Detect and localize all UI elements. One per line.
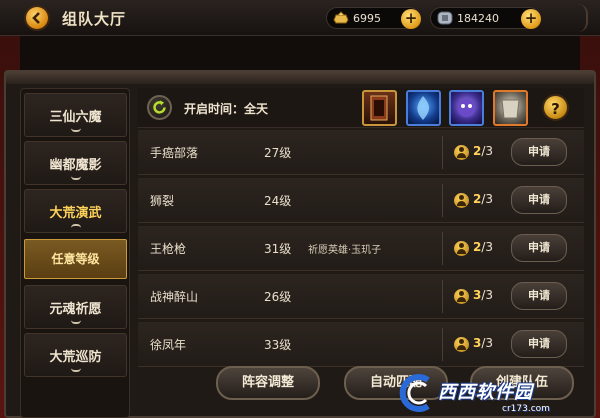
team-level: 27级	[264, 146, 292, 160]
team-leader-name: 狮裂	[150, 194, 175, 208]
member-count: 2/3	[473, 192, 493, 206]
header-ornament	[578, 4, 588, 32]
member-count: 2/3	[473, 240, 493, 254]
member-count: 3/3	[473, 288, 493, 302]
add-gold-button[interactable]: +	[401, 9, 421, 29]
gold-currency: 6995 +	[326, 7, 421, 29]
member-count-icon	[454, 193, 469, 208]
team-row: 徐凤年 33级 3/3 申请	[138, 322, 584, 367]
team-level: 31级	[264, 242, 292, 256]
page-title: 组队大厅	[62, 10, 127, 28]
watermark-logo-icon	[399, 374, 430, 412]
nav-item-dahuang-yanwu[interactable]: 大荒演武	[24, 189, 127, 233]
chevron-down-icon	[71, 320, 81, 324]
team-level: 26级	[264, 290, 292, 304]
team-row: 王枪枪 31级 祈愿英雄·玉玑子 2/3 申请	[138, 226, 584, 271]
gold-ingot-icon	[333, 11, 349, 24]
apply-button[interactable]: 申请	[511, 138, 567, 166]
demon-mask-icon[interactable]	[449, 90, 484, 126]
chevron-up-icon	[71, 224, 81, 228]
member-count-icon	[454, 241, 469, 256]
member-count-max: /3	[481, 144, 494, 158]
silver-value: 184240	[457, 12, 499, 25]
frame-top-bar	[6, 72, 594, 84]
nav-item-yuanhun[interactable]: 元魂祈愿	[24, 285, 127, 329]
nav-item-label: 幽都魔影	[49, 158, 102, 173]
lineup-adjust-button[interactable]: 阵容调整	[216, 366, 320, 400]
gold-value: 6995	[353, 12, 381, 25]
chevron-down-icon	[71, 176, 81, 180]
back-button[interactable]	[26, 7, 48, 29]
apply-button[interactable]: 申请	[511, 330, 567, 358]
member-count-max: /3	[481, 240, 494, 254]
scroll-book-icon[interactable]	[362, 90, 397, 126]
row-divider	[442, 280, 443, 313]
chevron-down-icon	[71, 128, 81, 132]
team-level: 33级	[264, 338, 292, 352]
scroll-book-art	[370, 95, 388, 121]
team-leader-name: 战神醉山	[150, 290, 199, 304]
watermark-text: 西西软件园	[438, 382, 533, 403]
armor-icon[interactable]	[493, 90, 528, 126]
nav-item-label: 元魂祈愿	[49, 302, 102, 317]
member-count: 2/3	[473, 144, 493, 158]
demon-mask-art	[457, 99, 476, 117]
silver-coin-icon	[437, 11, 453, 25]
back-arrow-icon	[32, 12, 40, 24]
team-leader-name: 手癌部落	[150, 146, 199, 160]
row-divider	[442, 136, 443, 169]
member-count-icon	[454, 337, 469, 352]
top-bar: 组队大厅 6995 + 184240 +	[0, 0, 600, 36]
member-count-icon	[454, 145, 469, 160]
row-divider	[442, 328, 443, 361]
open-time-text: 开启时间：全天	[184, 102, 269, 116]
refresh-icon	[153, 100, 166, 114]
nav-item-label: 大荒演武	[49, 206, 102, 221]
help-button[interactable]: ?	[542, 94, 569, 121]
nav-subitem-any-level[interactable]: 任意等级	[24, 239, 127, 279]
activity-info-row: 开启时间：全天 ?	[138, 88, 584, 128]
nav-item-sanxian[interactable]: 三仙六魔	[24, 93, 127, 137]
refresh-button[interactable]	[147, 95, 172, 120]
team-note: 祈愿英雄·玉玑子	[308, 245, 382, 256]
apply-button[interactable]: 申请	[511, 186, 567, 214]
site-watermark: 西西软件园 cr173.com	[398, 372, 598, 418]
chevron-down-icon	[71, 368, 81, 372]
nav-item-dahuang-xunfang[interactable]: 大荒巡防	[24, 333, 127, 377]
member-count-icon	[454, 289, 469, 304]
category-nav: 三仙六魔 幽都魔影 大荒演武 任意等级 元魂祈愿 大荒巡防	[20, 88, 130, 418]
nav-item-label: 三仙六魔	[49, 110, 102, 125]
nav-item-youdu[interactable]: 幽都魔影	[24, 141, 127, 185]
watermark-url: cr173.com	[502, 404, 550, 414]
team-level: 24级	[264, 194, 292, 208]
member-count-max: /3	[481, 288, 494, 302]
team-row: 战神醉山 26级 3/3 申请	[138, 274, 584, 319]
blue-flame-art	[417, 96, 430, 120]
member-count-max: /3	[481, 336, 494, 350]
apply-button[interactable]: 申请	[511, 282, 567, 310]
member-count: 3/3	[473, 336, 493, 350]
silver-currency: 184240 +	[430, 7, 541, 29]
team-row: 手癌部落 27级 2/3 申请	[138, 130, 584, 175]
row-divider	[442, 184, 443, 217]
add-silver-button[interactable]: +	[521, 9, 541, 29]
apply-button[interactable]: 申请	[511, 234, 567, 262]
team-row: 狮裂 24级 2/3 申请	[138, 178, 584, 223]
blue-flame-icon[interactable]	[406, 90, 441, 126]
team-leader-name: 王枪枪	[150, 242, 187, 256]
member-count-max: /3	[481, 192, 494, 206]
row-divider	[442, 232, 443, 265]
team-leader-name: 徐凤年	[150, 338, 187, 352]
armor-art	[501, 99, 520, 119]
nav-item-label: 大荒巡防	[49, 350, 102, 365]
